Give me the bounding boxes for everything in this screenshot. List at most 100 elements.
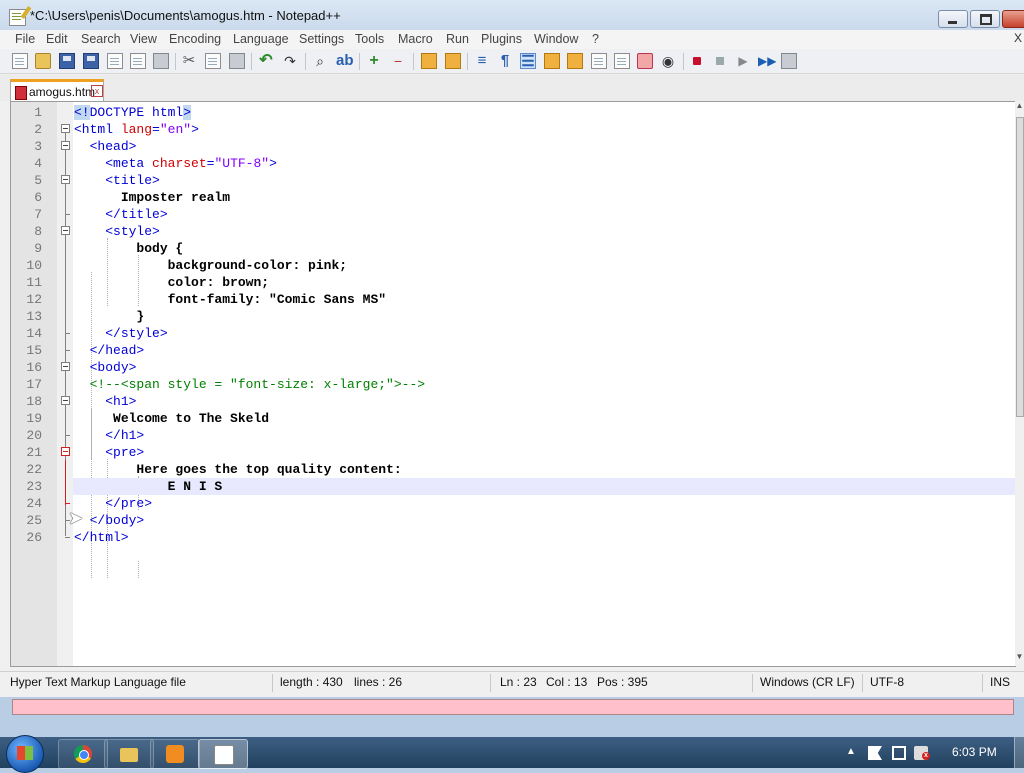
code-line[interactable]: 1 <!DOCTYPE html> <box>11 104 1015 121</box>
menu-window[interactable]: Window <box>534 32 578 46</box>
maximize-button[interactable] <box>970 10 1000 28</box>
indent-guide-icon[interactable]: ☰ <box>520 53 536 70</box>
line-text[interactable]: body { <box>74 240 183 257</box>
save-icon[interactable] <box>59 53 75 69</box>
show-desktop-button[interactable] <box>1014 737 1024 768</box>
menu-language[interactable]: Language <box>233 32 289 46</box>
taskbar-media-player[interactable] <box>150 739 200 769</box>
all-chars-icon[interactable]: ¶ <box>497 53 513 69</box>
code-line[interactable]: 21 <pre> <box>11 444 1015 461</box>
volume-icon[interactable]: x <box>914 746 930 760</box>
save-macro-icon[interactable] <box>781 53 797 69</box>
stop-icon[interactable] <box>712 53 728 69</box>
folder-icon[interactable] <box>637 53 653 69</box>
code-line[interactable]: 19 Welcome to The Skeld <box>11 410 1015 427</box>
line-text[interactable]: Imposter realm <box>74 189 230 206</box>
code-line[interactable]: 2 <html lang="en"> <box>11 121 1015 138</box>
save-all-icon[interactable] <box>83 53 99 69</box>
line-text[interactable]: </html> <box>74 529 129 546</box>
code-line[interactable]: 20 </h1> <box>11 427 1015 444</box>
replace-icon[interactable]: ab <box>336 53 354 69</box>
taskbar-explorer[interactable] <box>104 739 154 769</box>
menu-settings[interactable]: Settings <box>299 32 344 46</box>
code-line[interactable]: 18 <h1> <box>11 393 1015 410</box>
line-text[interactable]: <body> <box>74 359 137 376</box>
taskbar-notepadpp[interactable] <box>198 739 248 769</box>
line-text[interactable]: </h1> <box>74 427 144 444</box>
tab-amogus[interactable]: amogus.htm x <box>10 79 104 101</box>
clock[interactable]: 6:03 PM <box>952 745 997 759</box>
menu-plugins[interactable]: Plugins <box>481 32 522 46</box>
copy-icon[interactable] <box>205 53 221 69</box>
code-line[interactable]: 22 Here goes the top quality content: <box>11 461 1015 478</box>
doc-map-icon[interactable] <box>567 53 583 69</box>
code-line[interactable]: 23 E N I S <box>11 478 1015 495</box>
menu-encoding[interactable]: Encoding <box>169 32 221 46</box>
close-icon[interactable] <box>107 53 123 69</box>
line-text[interactable]: </pre> <box>74 495 152 512</box>
start-button[interactable] <box>6 735 44 773</box>
line-text[interactable]: </style> <box>74 325 167 342</box>
line-text[interactable]: E N I S <box>74 478 223 495</box>
taskbar-chrome[interactable] <box>58 739 108 769</box>
scroll-thumb[interactable] <box>1016 117 1024 417</box>
redo-icon[interactable]: ↷ <box>282 53 298 69</box>
paste-icon[interactable] <box>229 53 245 69</box>
menu-help[interactable]: ? <box>592 32 599 46</box>
line-text[interactable]: } <box>74 308 144 325</box>
sync-h-icon[interactable] <box>445 53 461 69</box>
line-text[interactable]: <title> <box>74 172 160 189</box>
line-text[interactable]: <html lang="en"> <box>74 121 199 138</box>
zoom-in-icon[interactable]: + <box>366 53 382 69</box>
code-line[interactable]: 7 </title> <box>11 206 1015 223</box>
sync-v-icon[interactable] <box>421 53 437 69</box>
line-text[interactable]: <style> <box>74 223 160 240</box>
print-icon[interactable] <box>153 53 169 69</box>
new-file-icon[interactable] <box>12 53 28 69</box>
scroll-up-icon[interactable]: ▲ <box>1015 101 1024 115</box>
code-line[interactable]: 5 <title> <box>11 172 1015 189</box>
code-line[interactable]: 14 </style> <box>11 325 1015 342</box>
close-document-x[interactable]: X <box>1014 31 1022 45</box>
zoom-out-icon[interactable]: − <box>390 53 406 69</box>
tab-close-button[interactable]: x <box>91 85 103 97</box>
line-text[interactable]: background-color: pink; <box>74 257 347 274</box>
menu-edit[interactable]: Edit <box>46 32 68 46</box>
tray-expand-icon[interactable]: ▲ <box>846 746 856 757</box>
line-text[interactable]: color: brown; <box>74 274 269 291</box>
line-text[interactable]: </head> <box>74 342 145 359</box>
menu-macro[interactable]: Macro <box>398 32 433 46</box>
record-icon[interactable] <box>689 53 705 69</box>
title-bar[interactable]: *C:\Users\penis\Documents\amogus.htm - N… <box>0 0 1024 32</box>
line-text[interactable]: Here goes the top quality content: <box>74 461 401 478</box>
code-editor[interactable]: 1 <!DOCTYPE html> 2 <html lang="en"> 3 <head… <box>10 101 1016 667</box>
open-file-icon[interactable] <box>35 53 51 69</box>
code-line[interactable]: 9 body { <box>11 240 1015 257</box>
code-line[interactable]: 16 <body> <box>11 359 1015 376</box>
line-text[interactable]: font-family: "Comic Sans MS" <box>74 291 386 308</box>
undo-icon[interactable]: ↶ <box>258 53 274 69</box>
close-all-icon[interactable] <box>130 53 146 69</box>
minimize-button[interactable] <box>938 10 968 28</box>
play-icon[interactable]: ▶ <box>735 53 751 69</box>
find-icon[interactable]: ⌕ <box>312 53 328 69</box>
udl-icon[interactable] <box>544 53 560 69</box>
code-line[interactable]: 24 </pre> <box>11 495 1015 512</box>
code-line[interactable]: 4 <meta charset="UTF-8"> <box>11 155 1015 172</box>
action-center-flag-icon[interactable] <box>868 746 882 760</box>
line-text[interactable]: <pre> <box>74 444 144 461</box>
function-list-icon[interactable] <box>591 53 607 69</box>
scroll-down-icon[interactable]: ▼ <box>1015 652 1024 666</box>
wrap-icon[interactable]: ≡ <box>474 53 490 69</box>
monitor-icon[interactable]: ◉ <box>660 53 676 69</box>
menu-tools[interactable]: Tools <box>355 32 384 46</box>
line-text[interactable]: <meta charset="UTF-8"> <box>74 155 277 172</box>
code-line[interactable]: 3 <head> <box>11 138 1015 155</box>
code-line[interactable]: 17 <!--<span style = "font-size: x-large… <box>11 376 1015 393</box>
code-line[interactable]: 8 <style> <box>11 223 1015 240</box>
code-line[interactable]: 11 color: brown; <box>11 274 1015 291</box>
code-line[interactable]: 12 font-family: "Comic Sans MS" <box>11 291 1015 308</box>
menu-file[interactable]: File <box>15 32 35 46</box>
close-window-button[interactable] <box>1002 10 1024 28</box>
line-text[interactable]: Welcome to The Skeld <box>74 410 269 427</box>
